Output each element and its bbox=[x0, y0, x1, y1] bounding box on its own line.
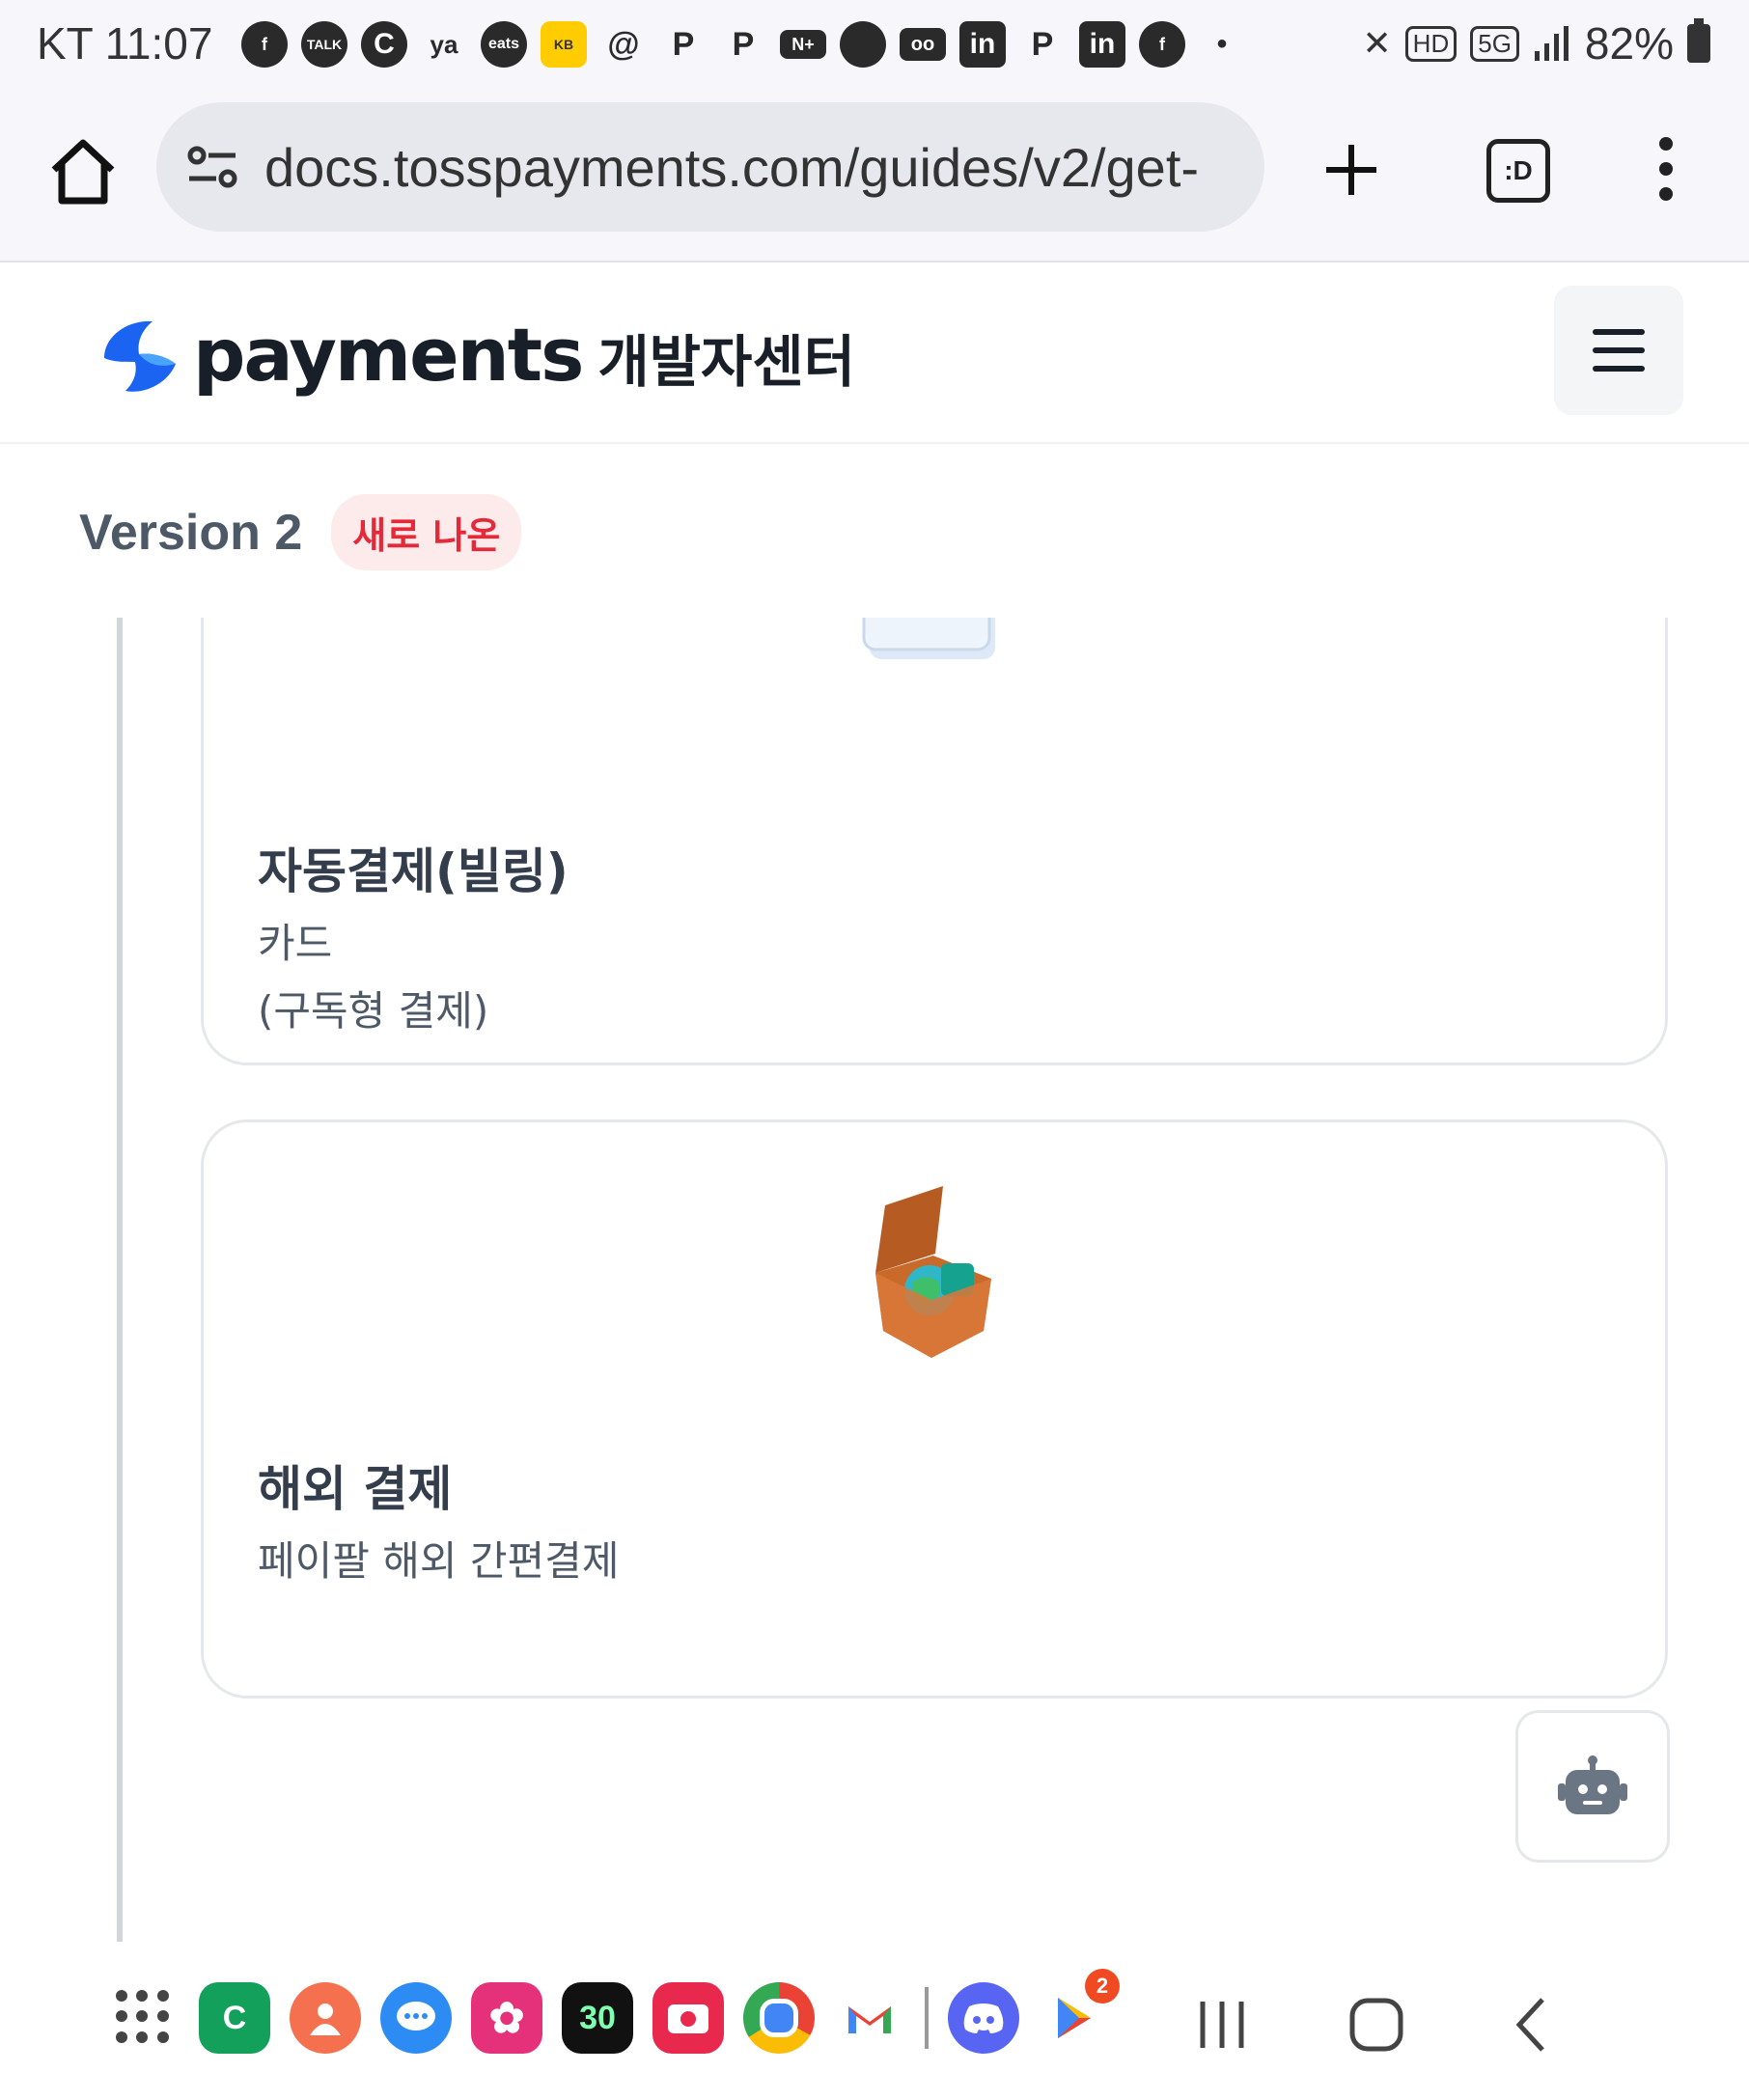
notification-badge: 2 bbox=[1085, 1969, 1120, 2003]
coupang-eats-icon: eats bbox=[481, 21, 527, 68]
hamburger-menu-button[interactable] bbox=[1554, 286, 1683, 415]
tab-switcher-button[interactable]: :D bbox=[1486, 139, 1550, 203]
version-title: Version 2 bbox=[79, 504, 303, 561]
notification-icons: f TALK C ya eats KB @ P P N+ oo in P in … bbox=[241, 21, 1245, 68]
home-nav-icon[interactable] bbox=[1347, 1996, 1405, 2054]
play-store-icon[interactable]: 2 bbox=[1039, 1969, 1120, 2054]
status-time: KT 11:07 bbox=[37, 18, 213, 69]
network-indicator: 5G bbox=[1470, 25, 1519, 62]
facebook-icon: f bbox=[1139, 21, 1185, 68]
gmail-icon[interactable] bbox=[834, 1982, 905, 2054]
content-area: 자동결제(빌링) 카드 (구독형 결제) 해외 결제 페이팔 해외 간편결제 bbox=[0, 618, 1749, 1942]
app-drawer-icon[interactable] bbox=[108, 1982, 180, 2054]
p-app-icon: P bbox=[1031, 25, 1054, 63]
camera-app-icon[interactable] bbox=[652, 1982, 724, 2054]
card-description: 카드 (구독형 결제) bbox=[258, 920, 489, 1035]
card-title: 해외 결제 bbox=[258, 1461, 453, 1517]
logo-wordmark: payments bbox=[193, 311, 584, 398]
new-tab-icon[interactable] bbox=[1322, 141, 1380, 199]
battery-percent: 82% bbox=[1584, 18, 1674, 69]
globe-box-image bbox=[875, 1186, 991, 1358]
system-indicators: ✕ HD 5G 82% bbox=[1362, 17, 1710, 69]
dock-separator bbox=[925, 1987, 929, 2049]
messages-icon[interactable] bbox=[380, 1982, 452, 2054]
yanolja-icon: ya bbox=[430, 29, 458, 59]
kb-bank-icon: KB bbox=[541, 21, 587, 68]
recent-apps-icon[interactable] bbox=[1195, 1996, 1249, 2054]
site-logo[interactable]: payments 개발자센터 bbox=[95, 311, 855, 398]
threads-icon: @ bbox=[607, 25, 640, 63]
version-header: Version 2 새로 나온 bbox=[79, 494, 522, 570]
mute-icon: ✕ bbox=[1362, 23, 1392, 63]
p-app-icon: P bbox=[672, 25, 695, 63]
address-bar[interactable]: docs.tosspayments.com/guides/v2/get- bbox=[156, 102, 1264, 232]
card-title: 자동결제(빌링) bbox=[258, 843, 569, 899]
p-app-icon: P bbox=[732, 25, 755, 63]
billing-card[interactable]: 자동결제(빌링) 카드 (구독형 결제) bbox=[201, 618, 1668, 1065]
facebook-icon: f bbox=[241, 21, 288, 68]
status-bar: KT 11:07 f TALK C ya eats KB @ P P N+ oo… bbox=[0, 0, 1749, 93]
home-icon[interactable] bbox=[46, 135, 120, 208]
card-description: 페이팔 해외 간편결제 bbox=[258, 1537, 620, 1585]
taskbar-dock: C ✿ 30 2 bbox=[108, 1969, 1120, 2054]
battery-icon bbox=[1687, 18, 1710, 63]
url-text[interactable]: docs.tosspayments.com/guides/v2/get- bbox=[264, 136, 1249, 199]
voicemail-icon: oo bbox=[900, 28, 946, 61]
browser-toolbar: docs.tosspayments.com/guides/v2/get- :D bbox=[0, 93, 1749, 262]
c-app-icon: C bbox=[361, 21, 407, 68]
flower-app-icon[interactable]: ✿ bbox=[471, 1982, 542, 2054]
barcode-card-image bbox=[862, 618, 995, 659]
android-nav-bar: C ✿ 30 2 bbox=[0, 1942, 1749, 2100]
kakaotalk-icon: TALK bbox=[301, 21, 347, 68]
more-menu-icon[interactable] bbox=[1654, 137, 1678, 203]
section-rule bbox=[117, 618, 123, 1942]
linkedin-icon: in bbox=[1079, 21, 1125, 68]
signal-icon bbox=[1534, 26, 1569, 61]
discord-icon[interactable] bbox=[948, 1982, 1019, 2054]
contacts-icon[interactable] bbox=[290, 1982, 361, 2054]
kakao-c-icon[interactable]: C bbox=[199, 1982, 270, 2054]
site-header: payments 개발자센터 bbox=[0, 262, 1749, 444]
toss-logo-icon bbox=[104, 320, 176, 392]
chatbot-button[interactable] bbox=[1515, 1710, 1670, 1863]
back-nav-icon[interactable] bbox=[1512, 1996, 1550, 2054]
naver-plus-icon: N+ bbox=[780, 30, 826, 59]
site-settings-icon[interactable] bbox=[183, 138, 241, 196]
new-badge: 새로 나온 bbox=[331, 494, 522, 570]
30-app-icon[interactable]: 30 bbox=[562, 1982, 633, 2054]
more-notifications-dot: • bbox=[1216, 28, 1228, 60]
hd-indicator: HD bbox=[1404, 25, 1458, 62]
overseas-payment-card[interactable]: 해외 결제 페이팔 해외 간편결제 bbox=[201, 1119, 1668, 1699]
linkedin-icon: in bbox=[959, 21, 1006, 68]
logo-subtitle: 개발자센터 bbox=[597, 329, 856, 395]
robot-icon bbox=[1558, 1755, 1627, 1814]
chat-bubble-icon bbox=[840, 21, 886, 68]
chrome-icon[interactable] bbox=[743, 1982, 815, 2054]
